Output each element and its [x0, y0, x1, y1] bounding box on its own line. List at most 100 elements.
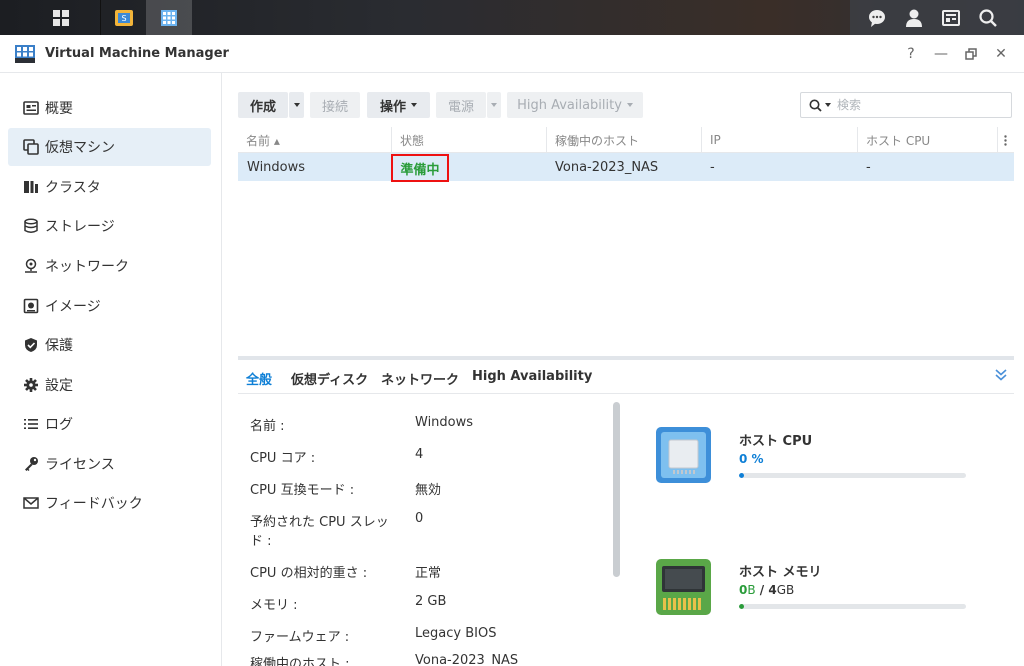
connect-button[interactable]: 接続 — [310, 92, 360, 118]
user-button[interactable] — [895, 0, 932, 35]
sidebar-item-log[interactable]: ログ — [8, 405, 211, 443]
close-button[interactable]: ✕ — [991, 44, 1011, 64]
host-memory-title: ホスト メモリ — [739, 565, 822, 580]
host-cpu-unit: % — [751, 452, 764, 466]
prop-label-cpu-compat: CPU 互換モード : — [250, 483, 355, 498]
sidebar-item-settings[interactable]: 設定 — [8, 366, 211, 404]
cluster-icon — [22, 179, 39, 196]
chevron-down-icon[interactable] — [825, 103, 831, 107]
tab-virtual-disk[interactable]: 仮想ディスク — [291, 369, 368, 388]
main-menu-button[interactable] — [38, 0, 84, 35]
host-memory-separator: / — [755, 583, 769, 597]
connect-label: 接続 — [321, 99, 348, 115]
chat-button[interactable] — [858, 0, 895, 35]
host-memory-progress — [739, 604, 966, 609]
vmm-taskbar-button[interactable] — [146, 0, 192, 35]
sidebar-item-label: 仮想マシン — [45, 140, 115, 156]
column-header-host-cpu[interactable]: ホスト CPU — [857, 127, 997, 153]
search-box[interactable] — [800, 92, 1012, 118]
properties-scrollbar[interactable] — [613, 402, 620, 577]
column-header-status[interactable]: 状態 — [391, 127, 546, 153]
file-station-button[interactable]: S — [100, 0, 146, 35]
vm-status-cell: 準備中 — [391, 154, 449, 182]
prop-label-running-host: 稼働中のホスト : — [250, 657, 350, 666]
grid-icon — [53, 9, 69, 26]
prop-label-firmware: ファームウェア : — [250, 630, 350, 645]
chevron-down-icon — [411, 103, 417, 107]
power-dropdown-button[interactable] — [487, 92, 501, 118]
sidebar-item-virtual-machine[interactable]: 仮想マシン — [8, 128, 211, 166]
column-header-host[interactable]: 稼働中のホスト — [546, 127, 701, 153]
collapse-panel-button[interactable] — [994, 368, 1008, 386]
search-taskbar-button[interactable] — [969, 0, 1006, 35]
help-button[interactable]: ? — [901, 44, 921, 64]
sidebar-item-label: ライセンス — [45, 457, 115, 473]
app-title: Virtual Machine Manager — [45, 46, 229, 61]
file-station-icon: S — [114, 9, 133, 26]
action-button[interactable]: 操作 — [367, 92, 430, 118]
chevron-down-icon — [293, 103, 300, 107]
power-button[interactable]: 電源 — [436, 92, 486, 118]
chevron-down-icon — [491, 103, 497, 107]
sidebar-item-image[interactable]: イメージ — [8, 287, 211, 325]
vmm-app-icon — [15, 45, 35, 63]
search-input[interactable] — [837, 98, 987, 112]
create-dropdown-button[interactable] — [289, 92, 304, 118]
more-vertical-icon — [1004, 134, 1007, 146]
sidebar-item-label: クラスタ — [45, 180, 101, 196]
prop-value-cpu-core: 4 — [415, 447, 424, 462]
list-icon — [22, 416, 39, 433]
ha-label: High Availability — [517, 97, 622, 113]
widgets-button[interactable] — [932, 0, 969, 35]
detail-tabs: 全般 仮想ディスク ネットワーク High Availability — [238, 360, 1014, 394]
double-chevron-down-icon — [995, 369, 1007, 381]
prop-value-reserved-threads: 0 — [415, 511, 424, 526]
cpu-chip-icon — [656, 427, 711, 483]
vm-host-cell: Vona-2023_NAS — [555, 159, 659, 175]
tab-general[interactable]: 全般 — [246, 369, 272, 388]
prop-label-name: 名前 : — [250, 419, 285, 434]
vm-table-header: 名前 ▴ 状態 稼働中のホスト IP ホスト CPU — [238, 127, 1014, 153]
svg-text:S: S — [121, 14, 126, 23]
action-label: 操作 — [379, 99, 406, 115]
column-header-name[interactable]: 名前 ▴ — [238, 127, 391, 153]
host-memory-total: 4 — [768, 583, 777, 597]
chevron-down-icon — [626, 103, 633, 107]
column-menu-button[interactable] — [997, 127, 1014, 153]
host-cpu-title: ホスト CPU — [739, 434, 813, 449]
vm-icon — [22, 139, 39, 156]
sidebar-item-label: イメージ — [45, 299, 101, 315]
sidebar-item-label: 概要 — [45, 101, 73, 117]
prop-value-cpu-weight: 正常 — [415, 566, 442, 581]
tab-high-availability[interactable]: High Availability — [472, 369, 592, 384]
host-cpu-progress — [739, 473, 966, 478]
create-button[interactable]: 作成 — [238, 92, 288, 118]
sidebar: 概要 仮想マシン クラスタ ストレージ ネットワーク イメージ 保護 設定 ログ… — [0, 73, 222, 666]
image-disc-icon — [22, 298, 39, 315]
window-titlebar: Virtual Machine Manager ? — ✕ — [0, 35, 1024, 73]
restore-icon — [965, 48, 977, 60]
high-availability-button[interactable]: High Availability — [507, 92, 643, 118]
vm-ip-cell: - — [710, 159, 715, 175]
sidebar-item-feedback[interactable]: フィードバック — [8, 484, 211, 522]
column-header-ip[interactable]: IP — [701, 127, 857, 153]
restore-button[interactable] — [961, 44, 981, 64]
minimize-button[interactable]: — — [931, 44, 951, 64]
vm-cpu-cell: - — [866, 159, 871, 175]
sidebar-item-license[interactable]: ライセンス — [8, 445, 211, 483]
sidebar-item-overview[interactable]: 概要 — [8, 89, 211, 127]
create-label: 作成 — [249, 99, 276, 115]
sidebar-item-storage[interactable]: ストレージ — [8, 207, 211, 245]
host-cpu-value: 0 % — [739, 452, 764, 466]
user-icon — [905, 9, 922, 27]
tab-network[interactable]: ネットワーク — [381, 369, 459, 388]
sidebar-item-network[interactable]: ネットワーク — [8, 247, 211, 285]
host-memory-value: 0B / 4GB — [739, 583, 794, 597]
table-row[interactable]: Windows Vona-2023_NAS - - — [238, 153, 1014, 181]
sidebar-item-protection[interactable]: 保護 — [8, 326, 211, 364]
sidebar-item-cluster[interactable]: クラスタ — [8, 168, 211, 206]
gear-icon — [22, 377, 39, 394]
search-icon — [978, 8, 997, 27]
host-memory-progress-fill — [739, 604, 744, 609]
shield-icon — [22, 337, 39, 354]
